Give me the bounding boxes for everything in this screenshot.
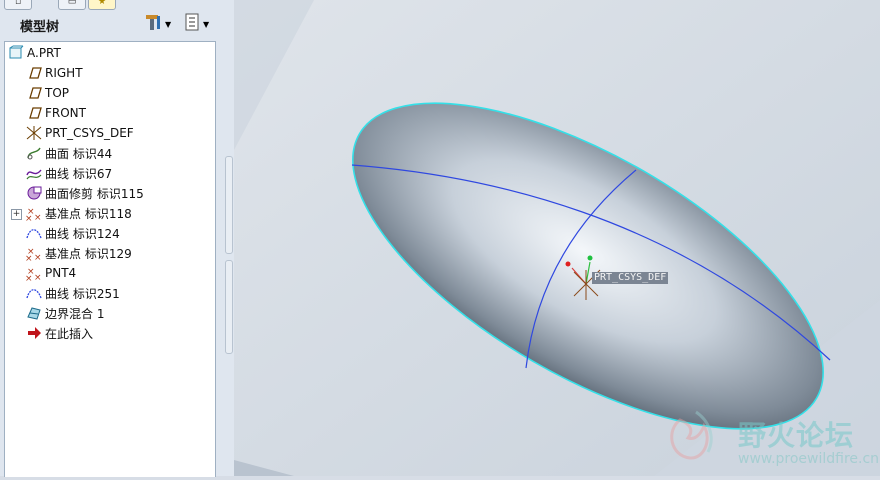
datum-plane-icon xyxy=(25,85,43,101)
tree-item-label: 基准点 标识118 xyxy=(45,206,132,221)
svg-text:×: × xyxy=(34,213,42,221)
curve-through-points-icon xyxy=(25,285,43,301)
folder-icon: ▭ xyxy=(67,0,77,7)
tree-item-csys[interactable]: PRT_CSYS_DEF xyxy=(25,123,134,143)
chevron-down-icon: ▼ xyxy=(203,19,210,29)
splitter-grip-top[interactable] xyxy=(225,156,233,254)
curve-through-points-icon xyxy=(25,225,43,241)
settings-dropdown-button[interactable]: ▼ xyxy=(144,14,171,34)
panel-tabs: ▫ ▭ ★ xyxy=(0,0,222,10)
csys-icon xyxy=(25,125,43,141)
tree-item-label: TOP xyxy=(45,86,70,100)
tree-item-front[interactable]: FRONT xyxy=(25,103,86,123)
tree-item-right[interactable]: RIGHT xyxy=(25,63,83,83)
insert-here-arrow-icon xyxy=(25,325,43,341)
tree-item-curve-124[interactable]: 曲线 标识124 xyxy=(25,223,120,243)
svg-text:×: × xyxy=(25,214,33,221)
tree-item-top[interactable]: TOP xyxy=(25,83,69,103)
tree-item-label: 曲面修剪 标识115 xyxy=(45,186,144,201)
datum-plane-icon xyxy=(25,65,43,81)
tree-item-label: RIGHT xyxy=(45,66,83,80)
tree-item-label: PNT4 xyxy=(45,266,77,280)
star-icon: ★ xyxy=(97,0,107,7)
datum-point-icon: × × × xyxy=(25,245,43,261)
svg-text:×: × xyxy=(25,274,33,281)
svg-text:×: × xyxy=(25,254,33,261)
panel-title: 模型树 xyxy=(20,20,60,35)
show-dropdown-button[interactable]: ▼ xyxy=(184,13,210,35)
model-tree-header: 模型树 ▼ ▼ xyxy=(0,12,222,38)
tree-item-label: 曲线 标识67 xyxy=(45,166,113,181)
tree-item-surface-44[interactable]: 曲面 标识44 xyxy=(25,143,112,163)
splitter-grip-bottom[interactable] xyxy=(225,260,233,354)
tab-folder[interactable]: ▭ xyxy=(58,0,86,10)
tree-item-boundary-blend[interactable]: 边界混合 1 xyxy=(25,303,104,323)
graphics-viewport[interactable]: PRT_CSYS_DEF xyxy=(234,0,880,476)
tree-item-part[interactable]: A.PRT xyxy=(7,43,61,63)
viewport-canvas xyxy=(234,0,880,476)
tree-item-label: PRT_CSYS_DEF xyxy=(45,126,134,140)
panel-splitter[interactable] xyxy=(222,0,234,476)
tree-item-datum-point-129[interactable]: × × × 基准点 标识129 xyxy=(25,243,132,263)
tree-item-label: 曲面 标识44 xyxy=(45,146,113,161)
tree-item-surface-trim-115[interactable]: 曲面修剪 标识115 xyxy=(25,183,144,203)
tree-item-label: 基准点 标识129 xyxy=(45,246,132,261)
tree-item-label: 曲线 标识124 xyxy=(45,226,120,241)
tree-item-insert-here[interactable]: 在此插入 xyxy=(25,323,93,343)
tab-model-tree-icon: ▫ xyxy=(14,0,22,7)
tree-item-datum-point-118[interactable]: × × × 基准点 标识118 xyxy=(25,203,132,223)
datum-plane-icon xyxy=(25,105,43,121)
watermark-text: 野火论坛 xyxy=(738,419,855,452)
tree-item-pnt4[interactable]: × × × PNT4 xyxy=(25,263,76,283)
tree-item-curve-67[interactable]: 曲线 标识67 xyxy=(25,163,112,183)
datum-point-icon: × × × xyxy=(25,205,43,221)
chevron-down-icon: ▼ xyxy=(165,19,172,29)
tree-item-label: 曲线 标识251 xyxy=(45,286,120,301)
surface-trim-icon xyxy=(25,185,43,201)
tree-item-label: A.PRT xyxy=(27,46,61,60)
tree-item-curve-251[interactable]: 曲线 标识251 xyxy=(25,283,120,303)
datum-point-icon: × × × xyxy=(25,265,43,281)
part-icon xyxy=(7,45,25,61)
model-tree: A.PRT RIGHT TOP FRONT PRT_CSYS_DEF 曲面 标识… xyxy=(4,41,216,477)
expand-toggle[interactable]: + xyxy=(11,209,22,220)
tree-item-label: FRONT xyxy=(45,106,86,120)
list-icon xyxy=(184,13,202,35)
model-tree-panel: ▫ ▭ ★ 模型树 ▼ ▼ A.PRT RIGHT TOP FRONT PRT_… xyxy=(0,0,222,477)
tree-item-label: 边界混合 1 xyxy=(45,306,105,321)
curve-icon xyxy=(25,165,43,181)
svg-text:×: × xyxy=(34,253,42,261)
boundary-blend-icon xyxy=(25,305,43,321)
svg-text:×: × xyxy=(34,273,42,281)
watermark-url: www.proewildfire.cn xyxy=(738,451,880,467)
surface-icon xyxy=(25,145,43,161)
tab-favorites[interactable]: ★ xyxy=(88,0,116,10)
tree-item-label: 在此插入 xyxy=(45,326,94,341)
csys-label: PRT_CSYS_DEF xyxy=(592,272,669,284)
tools-icon xyxy=(144,13,164,35)
tab-model-tree[interactable]: ▫ xyxy=(4,0,32,10)
